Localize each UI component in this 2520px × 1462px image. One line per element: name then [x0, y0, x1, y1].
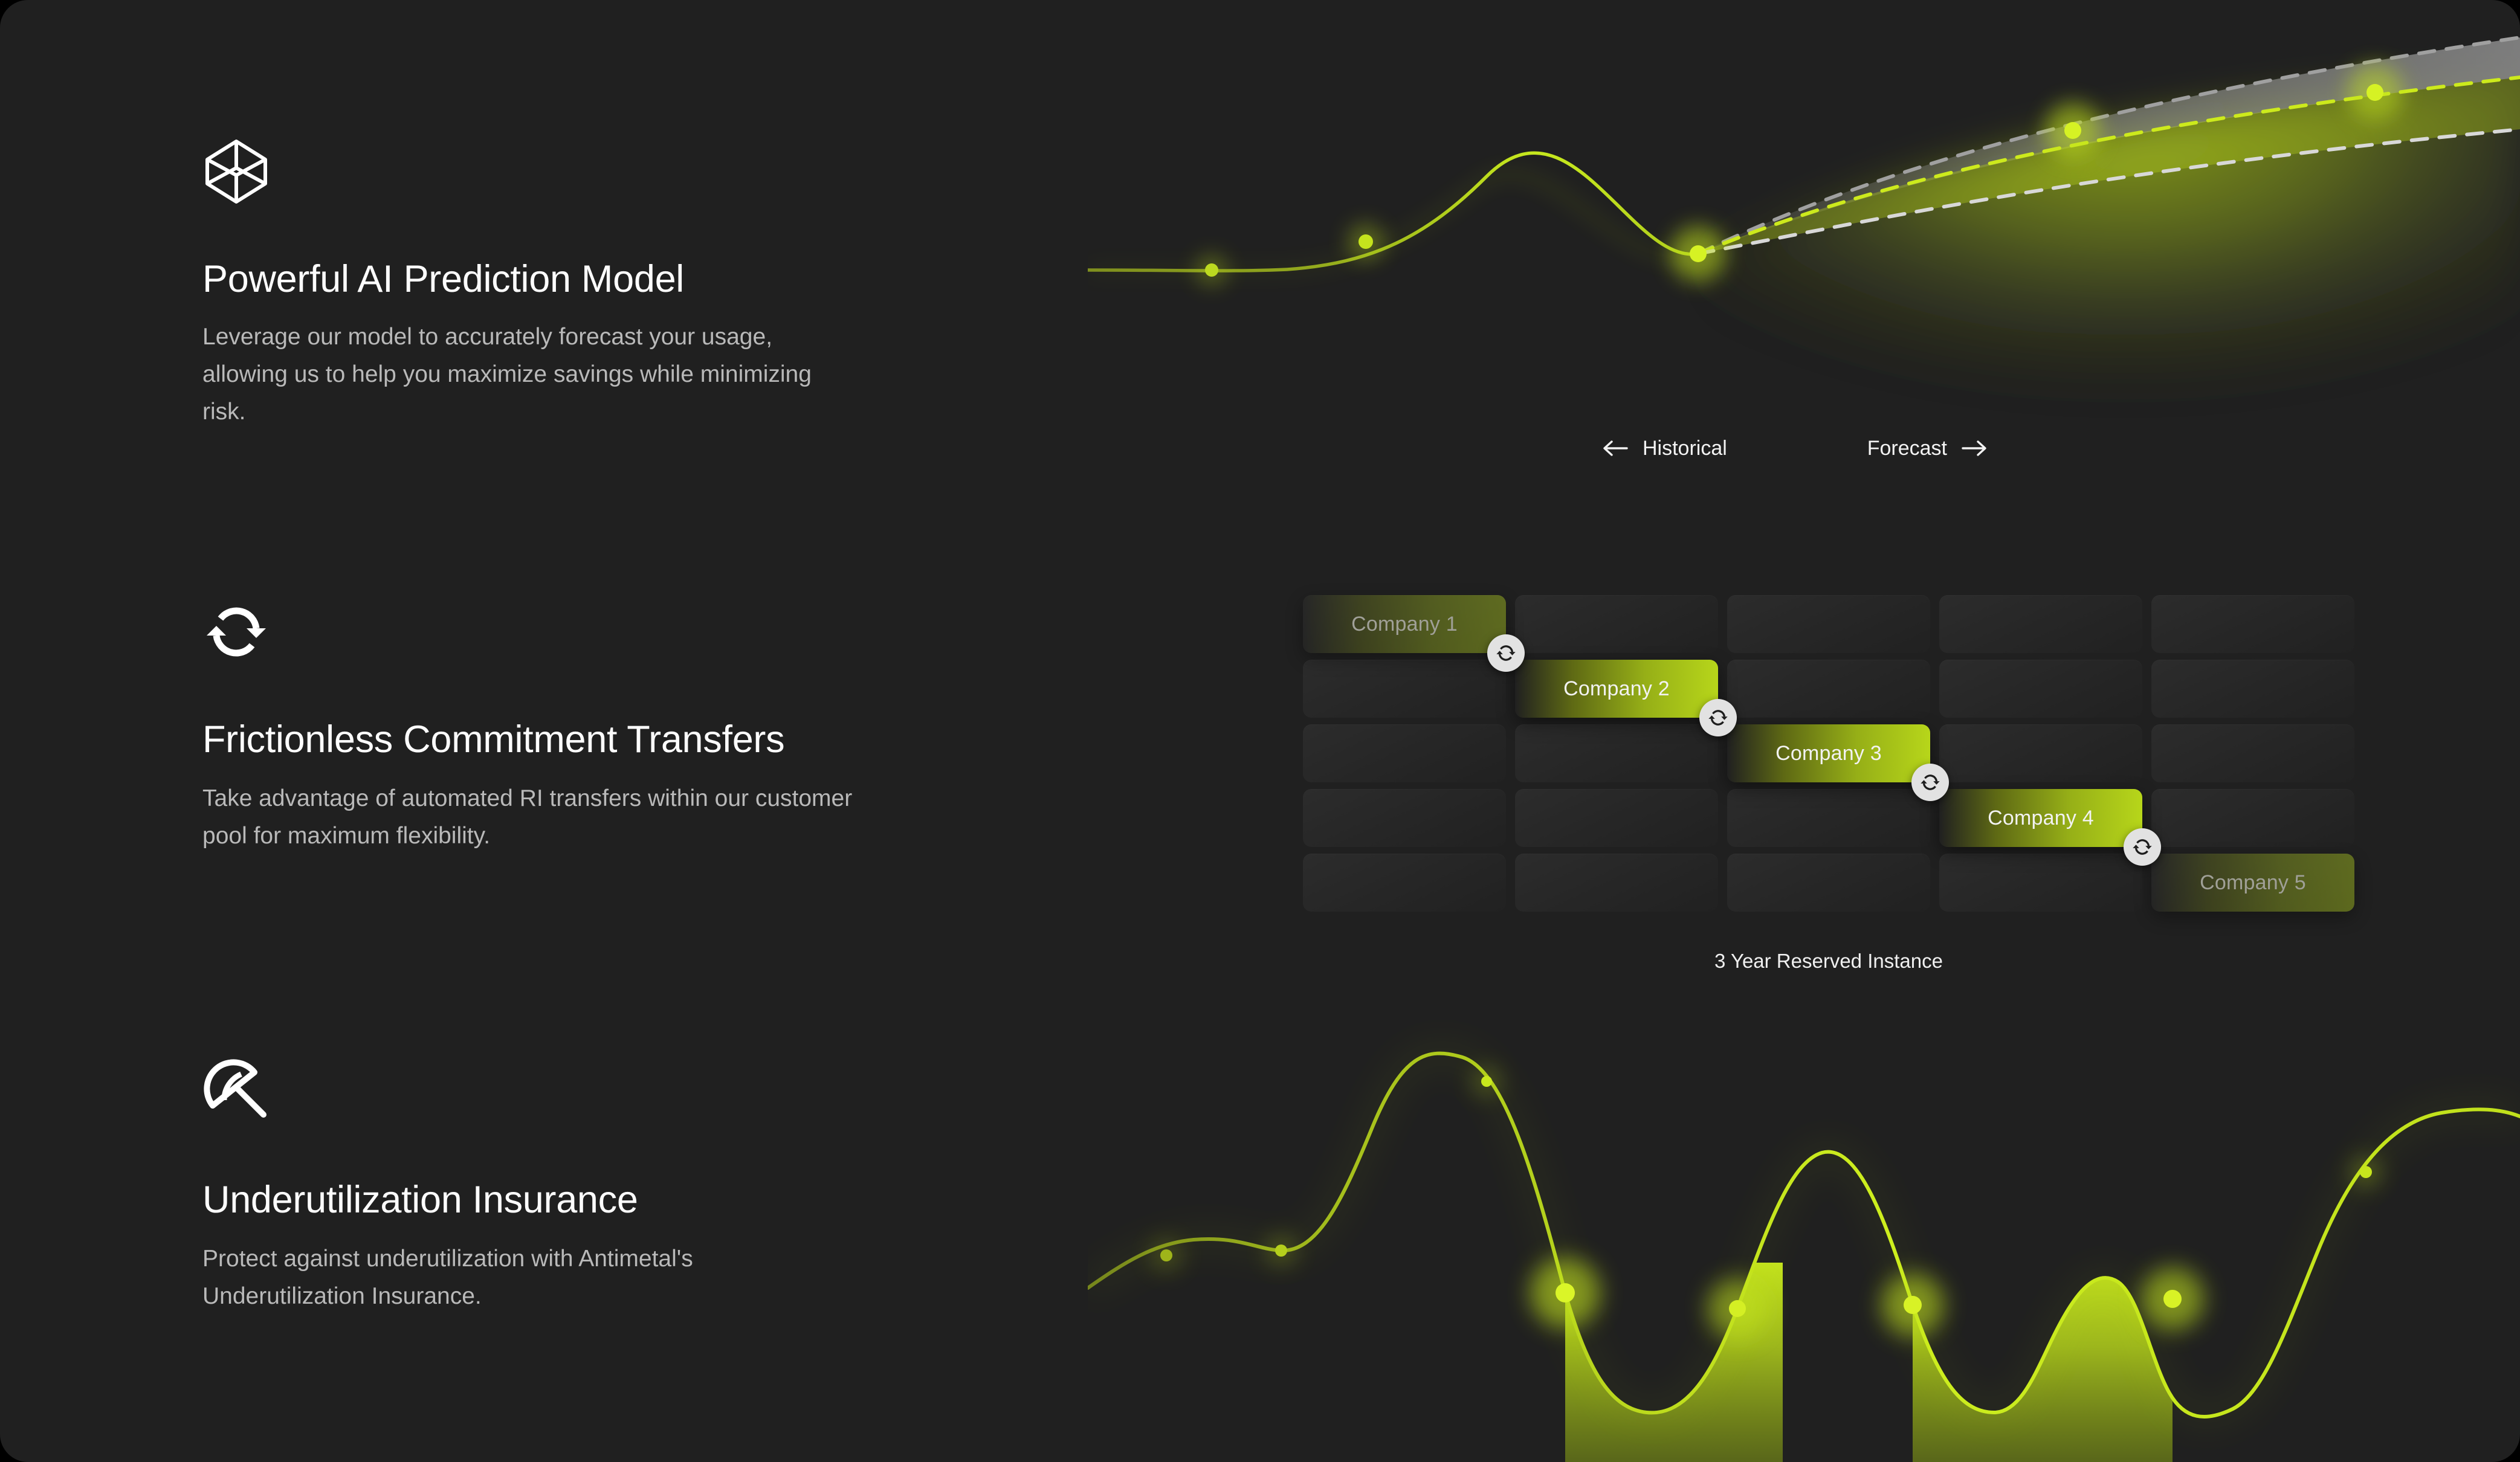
- grid-cell: [2151, 595, 2354, 653]
- grid-cell: [1939, 854, 2142, 912]
- cube-wireframe-icon: [202, 138, 270, 205]
- grid-cell: [1303, 660, 1506, 718]
- sync-arrows-icon: [1921, 774, 1940, 790]
- historical-line: [1088, 151, 1700, 272]
- grid-cell: [1939, 660, 2142, 718]
- arrow-left-icon: [1603, 440, 1628, 456]
- grid-cell: [1515, 595, 1718, 653]
- feature-title: Frictionless Commitment Transfers: [202, 718, 785, 761]
- feature-card: Powerful AI Prediction Model Leverage ou…: [0, 0, 2520, 1462]
- grid-cell: [2151, 724, 2354, 782]
- legend-historical: Historical: [1601, 437, 1727, 460]
- prediction-chart-legend: Historical Forecast: [1601, 430, 1988, 466]
- beach-umbrella-icon: [202, 1058, 270, 1126]
- company-block[interactable]: Company 5: [2151, 854, 2354, 912]
- feature-description: Leverage our model to accurately forecas…: [202, 323, 812, 425]
- grid-cell: [1727, 854, 1930, 912]
- company-block[interactable]: Company 2: [1515, 660, 1718, 718]
- legend-forecast: Forecast: [1867, 437, 1988, 460]
- grid-cell: [1303, 789, 1506, 847]
- underutilization-chart: [1088, 1003, 2520, 1462]
- feature-title: Powerful AI Prediction Model: [202, 258, 685, 300]
- arrow-right-icon: [1962, 440, 1986, 456]
- sync-badge[interactable]: [1699, 699, 1737, 736]
- legend-forecast-label: Forecast: [1867, 436, 1947, 460]
- grid-cell: [1939, 595, 2142, 653]
- feature-description: Protect against underutilization with An…: [202, 1245, 693, 1309]
- grid-cell: [1303, 854, 1506, 912]
- sync-badge[interactable]: [1911, 764, 1949, 801]
- grid-cell: [1515, 724, 1718, 782]
- commitment-transfer-grid: Company 1 Company 2 Company 3 Company 4 Comp…: [1303, 595, 2354, 915]
- grid-caption: 3 Year Reserved Instance: [1714, 950, 1943, 972]
- usage-line-glow: [1088, 1051, 2520, 1419]
- sync-badge[interactable]: [2124, 828, 2161, 866]
- company-block[interactable]: Company 1: [1303, 595, 1506, 653]
- grid-cell: [1727, 660, 1930, 718]
- sync-arrows-icon: [2133, 839, 2152, 855]
- sync-arrows-icon: [1708, 710, 1728, 726]
- company-block[interactable]: Company 3: [1727, 724, 1930, 782]
- sync-arrows-icon: [1496, 645, 1516, 661]
- usage-line: [1088, 1051, 2520, 1419]
- feature-prediction-model: Powerful AI Prediction Model Leverage ou…: [202, 138, 879, 431]
- grid-cell: [1939, 724, 2142, 782]
- feature-title: Underutilization Insurance: [202, 1179, 638, 1221]
- feature-commitment-transfers: Frictionless Commitment Transfers Take a…: [202, 598, 879, 855]
- sync-badge[interactable]: [1487, 634, 1525, 672]
- grid-cell: [2151, 660, 2354, 718]
- grid-cell: [2151, 789, 2354, 847]
- feature-description: Take advantage of automated RI transfers…: [202, 785, 853, 849]
- grid-cell: [1727, 595, 1930, 653]
- company-block[interactable]: Company 4: [1939, 789, 2142, 847]
- grid-cell: [1515, 789, 1718, 847]
- historical-glow: [1088, 172, 1699, 272]
- grid-cell: [1303, 724, 1506, 782]
- prediction-forecast-chart: [1088, 0, 2520, 483]
- grid-cell: [1515, 854, 1718, 912]
- grid-cell: [1727, 789, 1930, 847]
- legend-historical-label: Historical: [1643, 436, 1727, 460]
- sync-arrows-icon: [202, 598, 270, 666]
- feature-underutilization-insurance: Underutilization Insurance Protect again…: [202, 1058, 879, 1315]
